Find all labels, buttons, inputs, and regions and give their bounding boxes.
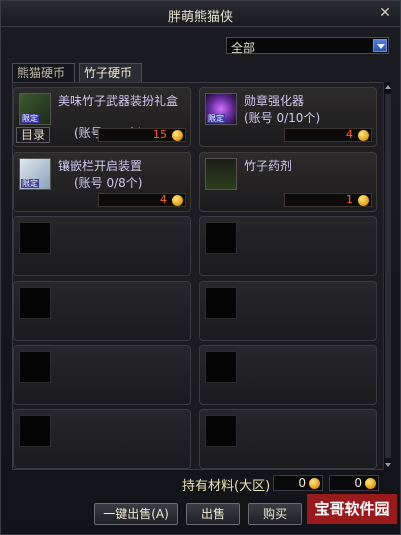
item-price: 4 [160,193,167,206]
price-box: 4 [284,128,372,142]
item-name: 竹子药剂 [244,159,293,173]
title-bar[interactable]: 胖萌熊猫侠 ✕ [1,1,400,27]
materials-label: 持有材料(大区) [182,479,271,494]
close-icon[interactable]: ✕ [376,4,394,22]
empty-slot-icon [19,287,51,319]
item-name: 勋章强化器 [244,94,305,108]
empty-slot [13,409,191,469]
filter-selected-value: 全部 [231,41,256,55]
empty-slot-icon [205,287,237,319]
empty-slot [199,345,377,405]
empty-slot [13,281,191,341]
category-filter-select[interactable]: 全部 [226,37,389,55]
scroll-thumb[interactable] [385,94,391,458]
coin-icon [358,195,369,206]
medal-enhancer-icon[interactable]: 限定 [205,93,237,125]
empty-slot-icon [205,222,237,254]
scroll-up-icon[interactable] [384,82,392,92]
empty-slot [199,281,377,341]
price-box: 15 [98,128,186,142]
shop-item-socket-opener[interactable]: 限定 镶嵌栏开启装置 (账号 0/8个) 4 [13,152,191,212]
item-grid-scrollbar[interactable] [383,82,391,470]
item-limit: (账号 0/10个) [244,111,321,125]
empty-slot [199,216,377,276]
sell-all-button[interactable]: 一键出售(A) [94,503,178,525]
material-count: 0 [354,476,362,490]
limited-badge: 限定 [21,114,39,123]
socket-opener-icon[interactable]: 限定 [19,158,51,190]
empty-slot-icon [19,222,51,254]
buy-button[interactable]: 购买 [248,503,302,525]
limited-badge: 限定 [21,179,39,188]
empty-slot [13,345,191,405]
item-limit: (账号 0/8个) [74,176,143,190]
bamboo-potion-icon[interactable] [205,158,237,190]
coin-icon [358,130,369,141]
item-price: 1 [346,193,353,206]
empty-slot [199,409,377,469]
coin-icon [172,195,183,206]
site-watermark: 宝哥软件园 [307,494,397,524]
coin-icon [309,478,320,489]
tab-panda-coin[interactable]: 熊猫硬币 [12,63,75,82]
panda-shop-window: 胖萌熊猫侠 ✕ 全部 熊猫硬币 竹子硬币 限定 美味竹子武器装扮礼盒 (账号 0… [0,0,401,535]
material-count-box: 0 [273,475,323,491]
coin-icon [172,130,183,141]
empty-slot-icon [205,351,237,383]
empty-slot-icon [19,415,51,447]
price-box: 1 [284,193,372,207]
item-name: 美味竹子武器装扮礼盒 [58,94,179,108]
material-count: 0 [298,476,306,490]
tab-bamboo-coin[interactable]: 竹子硬币 [79,63,142,82]
scroll-down-icon[interactable] [384,460,392,470]
shop-item-bamboo-potion[interactable]: 竹子药剂 1 [199,152,377,212]
limited-badge: 限定 [207,114,225,123]
item-name: 镶嵌栏开启装置 [58,159,143,173]
item-price: 15 [153,128,167,141]
empty-slot-icon [19,351,51,383]
empty-slot [13,216,191,276]
catalog-button[interactable]: 目录 [16,127,50,143]
item-price: 4 [346,128,353,141]
shop-item-medal-enhancer[interactable]: 限定 勋章强化器 (账号 0/10个) 4 [199,87,377,147]
material-count-box: 0 [329,475,379,491]
chevron-down-icon[interactable] [373,39,387,52]
coin-icon [365,478,376,489]
price-box: 4 [98,193,186,207]
sell-button[interactable]: 出售 [186,503,240,525]
gift-box-icon[interactable]: 限定 [19,93,51,125]
empty-slot-icon [205,415,237,447]
window-title: 胖萌熊猫侠 [167,10,233,25]
